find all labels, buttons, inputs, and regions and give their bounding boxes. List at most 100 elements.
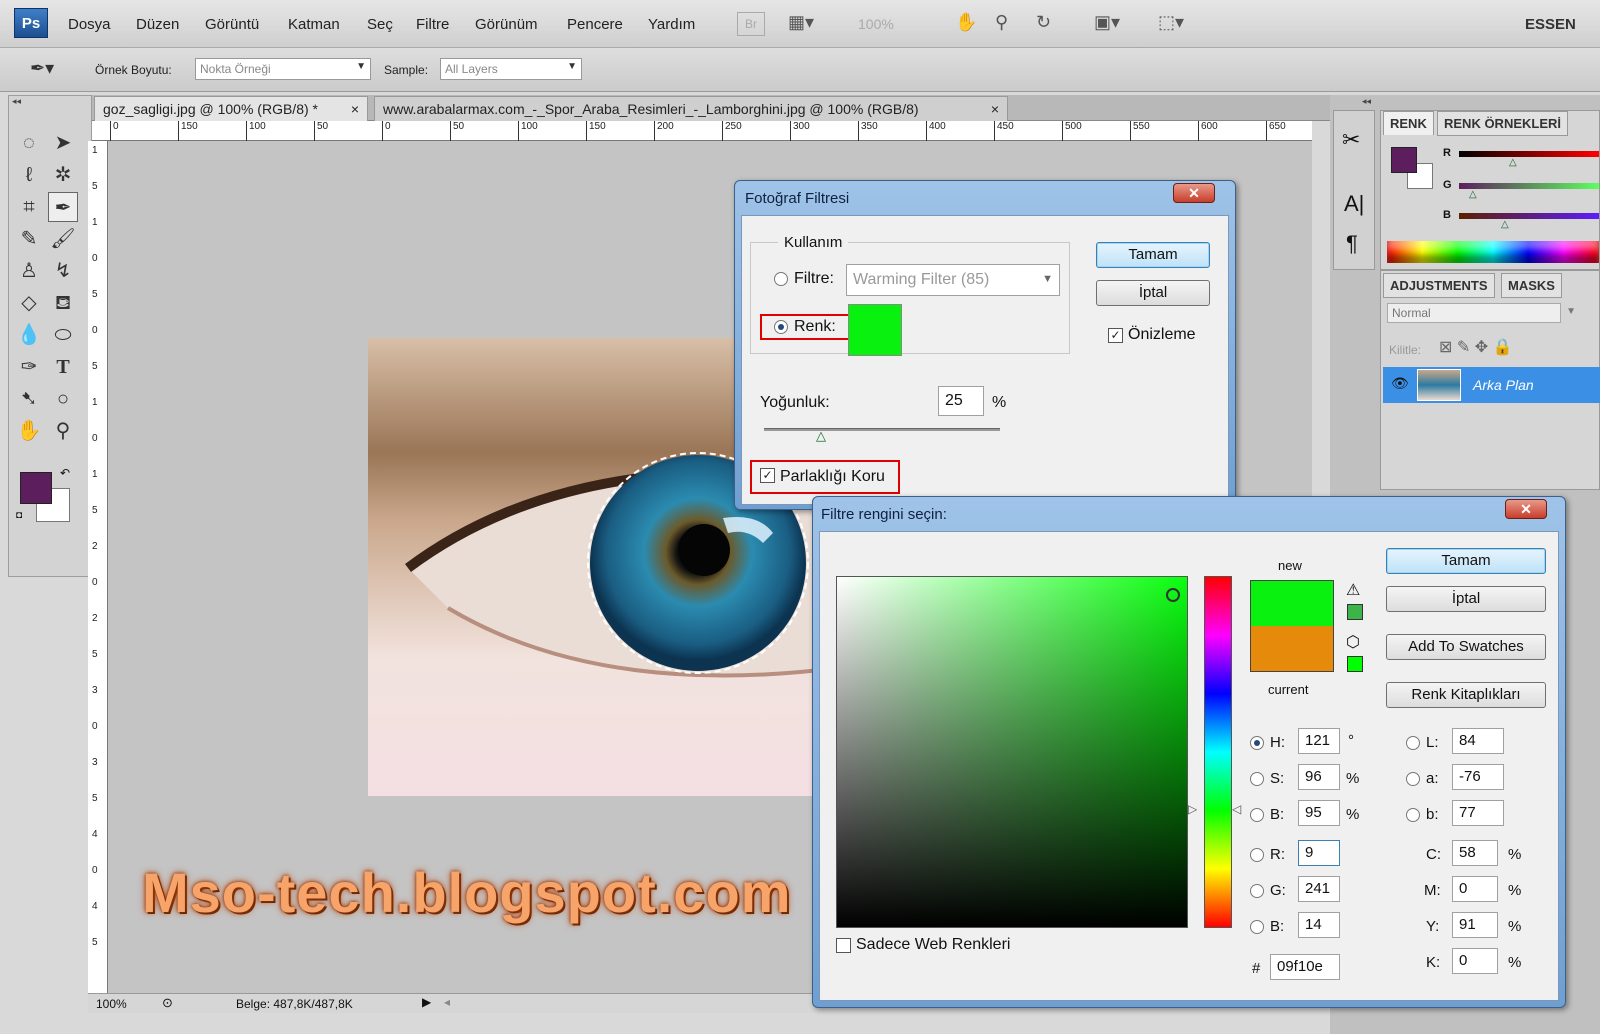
zoom-level-select[interactable]: 100%	[858, 16, 894, 40]
tab-goz-sagligi[interactable]: goz_sagligi.jpg @ 100% (RGB/8) * ×	[94, 96, 368, 121]
blue-slider-thumb[interactable]: △	[1501, 219, 1509, 230]
pen-tool-icon[interactable]: ✑	[14, 352, 44, 382]
dodge-tool-icon[interactable]: ⬭	[48, 320, 78, 350]
luminosity-checkbox[interactable]: ✓	[760, 468, 775, 483]
black-input[interactable]: 0	[1452, 948, 1498, 974]
scroll-left-icon[interactable]: ◂	[444, 995, 450, 1009]
lab-b-input[interactable]: 77	[1452, 800, 1504, 826]
cancel-button[interactable]: İptal	[1096, 280, 1210, 306]
close-icon[interactable]: ×	[351, 101, 359, 117]
menu-edit[interactable]: Düzen	[136, 16, 179, 33]
hue-input[interactable]: 121	[1298, 728, 1340, 754]
ellipse-tool-icon[interactable]: ○	[48, 384, 78, 414]
view-extras-icon[interactable]: ▦▾	[788, 12, 814, 36]
paint-bucket-tool-icon[interactable]: ⛾	[48, 288, 78, 318]
current-color-swatch[interactable]	[1250, 626, 1334, 672]
magenta-input[interactable]: 0	[1452, 876, 1498, 902]
healing-brush-tool-icon[interactable]: ✎	[14, 224, 44, 254]
saturation-radio[interactable]	[1250, 772, 1264, 786]
menu-help[interactable]: Yardım	[648, 16, 695, 33]
color-radio[interactable]	[774, 320, 788, 334]
menu-layer[interactable]: Katman	[288, 16, 340, 33]
foreground-color-swatch[interactable]	[20, 472, 52, 504]
menu-filter[interactable]: Filtre	[416, 16, 449, 33]
eye-visibility-icon[interactable]: 👁	[1391, 375, 1409, 392]
path-selection-tool-icon[interactable]: ➷	[14, 384, 44, 414]
lab-l-input[interactable]: 84	[1452, 728, 1504, 754]
type-tool-icon[interactable]: T	[48, 352, 78, 382]
hue-radio[interactable]	[1250, 736, 1264, 750]
ok-button[interactable]: Tamam	[1096, 242, 1210, 268]
tool-presets-icon[interactable]: ✂	[1342, 127, 1360, 153]
lock-icons[interactable]: ⊠ ✎ ✥ 🔒	[1439, 337, 1512, 357]
ok-button[interactable]: Tamam	[1386, 548, 1546, 574]
green-radio[interactable]	[1250, 884, 1264, 898]
blue-radio[interactable]	[1250, 920, 1264, 934]
red-radio[interactable]	[1250, 848, 1264, 862]
cyan-input[interactable]: 58	[1452, 840, 1498, 866]
layer-row-background[interactable]: 👁 Arka Plan	[1383, 367, 1600, 403]
lab-a-input[interactable]: -76	[1452, 764, 1504, 790]
web-safe-cube-icon[interactable]: ⬡	[1346, 632, 1360, 652]
red-slider-thumb[interactable]: △	[1509, 157, 1517, 168]
rotate-view-icon[interactable]: ↻	[1036, 12, 1051, 36]
color-field-marker[interactable]	[1166, 588, 1180, 602]
menu-window[interactable]: Pencere	[567, 16, 623, 33]
color-field[interactable]	[836, 576, 1188, 928]
lasso-tool-icon[interactable]: ℓ	[14, 160, 44, 190]
color-libraries-button[interactable]: Renk Kitaplıkları	[1386, 682, 1546, 708]
tab-color[interactable]: RENK	[1383, 111, 1434, 135]
move-tool-icon[interactable]: ➤	[48, 128, 78, 158]
close-button[interactable]: ✕	[1505, 499, 1547, 519]
filter-radio[interactable]	[774, 272, 788, 286]
hue-slider-left-arrow[interactable]: ▷	[1188, 802, 1197, 816]
yellow-input[interactable]: 91	[1452, 912, 1498, 938]
filter-color-swatch[interactable]	[848, 304, 902, 356]
hand-tool-icon[interactable]: ✋	[14, 416, 44, 446]
green-slider-thumb[interactable]: △	[1469, 189, 1477, 200]
eyedropper-tool-icon[interactable]: ✒	[48, 192, 78, 222]
tab-adjustments[interactable]: ADJUSTMENTS	[1383, 273, 1495, 298]
play-arrow-icon[interactable]: ▶	[422, 995, 431, 1009]
crop-tool-icon[interactable]: ⌗	[14, 192, 44, 222]
preview-checkbox[interactable]: ✓	[1108, 328, 1123, 343]
eyedropper-preset-icon[interactable]: ✒▾	[30, 58, 54, 79]
menu-file[interactable]: Dosya	[68, 16, 111, 33]
brightness-input[interactable]: 95	[1298, 800, 1340, 826]
marquee-tool-icon[interactable]: ◌	[14, 128, 44, 158]
status-menu-icon[interactable]: ⊙	[162, 995, 173, 1011]
sample-size-select[interactable]: Nokta Örneği ▼	[195, 58, 371, 80]
character-panel-icon[interactable]: A|	[1344, 191, 1364, 217]
hue-slider-right-arrow[interactable]: ◁	[1232, 802, 1241, 816]
zoom-level[interactable]: 100%	[96, 997, 127, 1011]
zoom-tool-icon[interactable]: ⚲	[48, 416, 78, 446]
gamut-swatch[interactable]	[1347, 604, 1363, 620]
clone-stamp-tool-icon[interactable]: ♙	[14, 256, 44, 286]
color-ramp[interactable]	[1387, 241, 1599, 263]
close-button[interactable]: ✕	[1173, 183, 1215, 203]
history-brush-tool-icon[interactable]: ↯	[48, 256, 78, 286]
red-slider[interactable]	[1459, 151, 1599, 157]
blur-tool-icon[interactable]: 💧	[14, 320, 44, 350]
cancel-button[interactable]: İptal	[1386, 586, 1546, 612]
density-input[interactable]: 25	[938, 386, 984, 416]
swap-colors-icon[interactable]: ↶	[60, 466, 70, 480]
panel-foreground-swatch[interactable]	[1391, 147, 1417, 173]
tab-lamborghini[interactable]: www.arabalarmax.com_-_Spor_Araba_Resimle…	[374, 96, 1008, 121]
hex-input[interactable]: 09f10e	[1270, 954, 1340, 980]
density-slider-thumb[interactable]: △	[816, 428, 826, 444]
screen-mode-icon[interactable]: ⬚▾	[1158, 12, 1184, 36]
brush-tool-icon[interactable]: 🖌	[48, 224, 78, 254]
sample-select[interactable]: All Layers ▼	[440, 58, 582, 80]
gamut-warning-icon[interactable]: ⚠	[1346, 580, 1360, 600]
hand-tool-icon[interactable]: ✋	[955, 12, 977, 36]
collapse-icon[interactable]: ◂◂	[1362, 96, 1371, 107]
default-colors-icon[interactable]: ◘	[16, 510, 22, 521]
eraser-tool-icon[interactable]: ◇	[14, 288, 44, 318]
web-colors-checkbox[interactable]	[836, 938, 851, 953]
arrange-documents-icon[interactable]: ▣▾	[1094, 12, 1120, 36]
red-input[interactable]: 9	[1298, 840, 1340, 866]
lab-b-radio[interactable]	[1406, 808, 1420, 822]
magic-wand-tool-icon[interactable]: ✲	[48, 160, 78, 190]
blue-slider[interactable]	[1459, 213, 1599, 219]
